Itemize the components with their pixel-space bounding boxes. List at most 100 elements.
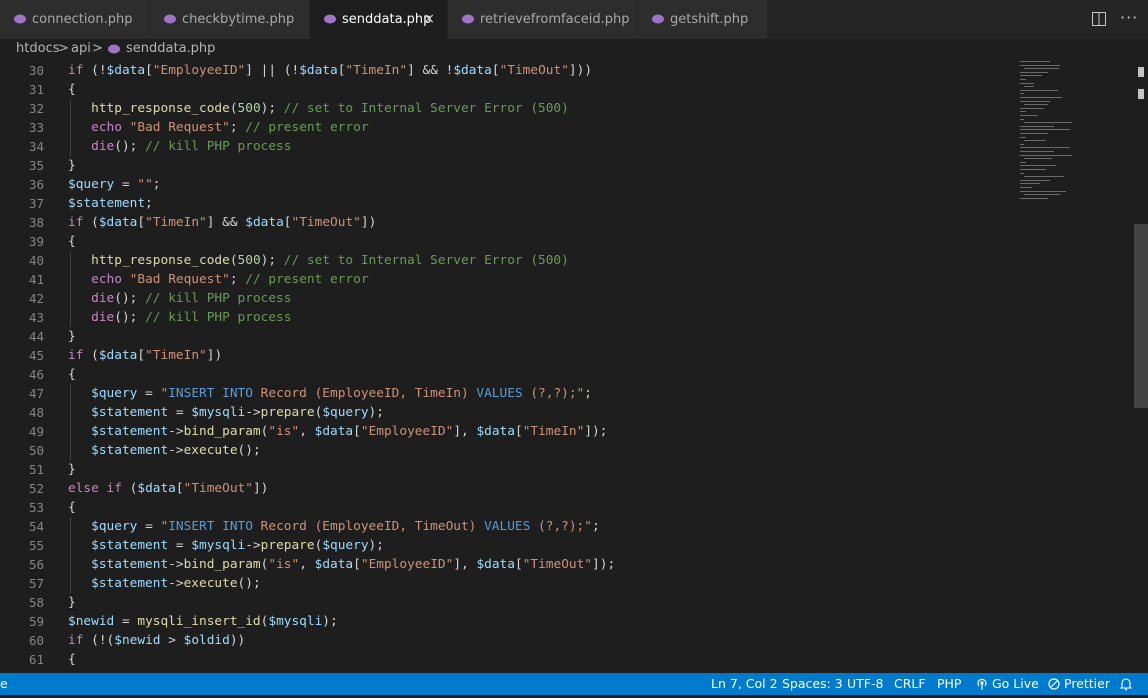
tab-label: senddata.php xyxy=(342,12,432,27)
code-line: if ($data["TimeIn"] && $data["TimeOut"]) xyxy=(68,215,377,230)
minimap[interactable] xyxy=(1020,61,1120,221)
line-number: 30 xyxy=(28,63,44,78)
minimap-line xyxy=(1020,79,1026,80)
line-number: 55 xyxy=(28,538,44,553)
line-number: 38 xyxy=(28,215,44,230)
tab-retrievefromfaceid[interactable]: retrievefromfaceid.php xyxy=(448,0,638,39)
minimap-line xyxy=(1024,104,1048,106)
status-cursor-position[interactable]: Ln 7, Col 2 xyxy=(711,673,778,695)
line-number: 51 xyxy=(28,462,44,477)
code-line: $newid = mysqli_insert_id($mysqli); xyxy=(68,614,338,629)
minimap-line xyxy=(1020,64,1060,66)
line-number: 39 xyxy=(28,234,44,249)
tab-label: getshift.php xyxy=(670,12,749,27)
code-line: die(); // kill PHP process xyxy=(91,291,292,306)
php-elephant-icon xyxy=(14,14,26,24)
line-number: 42 xyxy=(28,291,44,306)
minimap-line xyxy=(1020,89,1058,91)
minimap-line xyxy=(1020,118,1024,120)
code-line: if (!($newid > $oldid)) xyxy=(68,633,246,648)
code-line: else if ($data["TimeOut"]) xyxy=(68,481,269,496)
line-number: 60 xyxy=(28,633,44,648)
line-number: 61 xyxy=(28,652,44,667)
minimap-line xyxy=(1020,71,1048,73)
tab-label: retrievefromfaceid.php xyxy=(480,12,630,27)
breadcrumb-file[interactable]: senddata.php xyxy=(126,39,215,59)
minimap-line xyxy=(1020,197,1048,199)
line-number: 46 xyxy=(28,367,44,382)
scrollbar-thumb[interactable] xyxy=(1134,224,1148,408)
minimap-line xyxy=(1020,100,1050,102)
tab-label: checkbytime.php xyxy=(182,12,295,27)
line-number: 32 xyxy=(28,101,44,116)
line-number: 40 xyxy=(28,253,44,268)
minimap-line xyxy=(1020,75,1042,77)
code-line: $statement->execute(); xyxy=(91,443,261,458)
code-line: $query = "INSERT INTO Record (EmployeeID… xyxy=(91,386,592,401)
status-language[interactable]: PHP xyxy=(937,673,961,695)
status-encoding[interactable]: UTF-8 xyxy=(847,673,883,695)
line-number: 49 xyxy=(28,424,44,439)
minimap-line xyxy=(1020,169,1046,170)
minimap-line xyxy=(1020,190,1066,192)
code-line: } xyxy=(68,462,76,477)
breadcrumb-folder-api[interactable]: api xyxy=(71,39,91,59)
minimap-line xyxy=(1020,61,1050,62)
line-number: 54 xyxy=(28,519,44,534)
minimap-line xyxy=(1020,147,1070,149)
code-line: if (!$data["EmployeeID"] || (!$data["Tim… xyxy=(68,63,593,78)
code-line: $statement->bind_param("is", $data["Empl… xyxy=(91,424,608,439)
minimap-line xyxy=(1020,179,1050,181)
minimap-line xyxy=(1024,158,1052,160)
line-number: 48 xyxy=(28,405,44,420)
code-line: http_response_code(500); // set to Inter… xyxy=(91,101,569,116)
split-editor-icon[interactable] xyxy=(1092,12,1106,26)
bell-icon[interactable] xyxy=(1120,677,1132,691)
code-editor[interactable]: 30 31 32 33 34 35 36 37 38 39 40 41 42 43 44 45 46 47 48 49… xyxy=(0,61,1148,673)
minimap-line xyxy=(1020,125,1054,127)
line-number: 41 xyxy=(28,272,44,287)
php-elephant-icon xyxy=(108,44,120,54)
php-elephant-icon xyxy=(324,14,336,24)
code-line: if ($data["TimeIn"]) xyxy=(68,348,223,363)
minimap-line xyxy=(1020,111,1026,113)
minimap-line xyxy=(1020,136,1026,138)
breadcrumb-separator: > xyxy=(58,41,69,56)
minimap-line xyxy=(1020,93,1024,95)
tab-senddata[interactable]: senddata.php × xyxy=(310,0,448,39)
minimap-line xyxy=(1024,140,1046,142)
status-left-text[interactable]: e xyxy=(0,673,8,695)
minimap-line xyxy=(1020,115,1038,116)
minimap-line xyxy=(1020,82,1034,84)
minimap-line xyxy=(1020,129,1070,131)
code-line: { xyxy=(68,652,76,667)
line-number: 56 xyxy=(28,557,44,572)
php-elephant-icon xyxy=(462,14,474,24)
code-line: $query = ""; xyxy=(68,177,161,192)
minimap-line xyxy=(1020,154,1072,156)
tab-checkbytime[interactable]: checkbytime.php xyxy=(150,0,310,39)
minimap-line xyxy=(1024,176,1064,178)
line-number: 33 xyxy=(28,120,44,135)
code-line: die(); // kill PHP process xyxy=(91,310,292,325)
minimap-line xyxy=(1020,133,1048,134)
more-actions-icon[interactable]: ··· xyxy=(1120,8,1138,27)
minimap-line xyxy=(1020,187,1032,188)
tab-connection[interactable]: connection.php xyxy=(0,0,150,39)
status-eol[interactable]: CRLF xyxy=(894,673,926,695)
minimap-line xyxy=(1024,122,1072,124)
code-line: { xyxy=(68,234,76,249)
tab-bar: connection.php checkbytime.php senddata.… xyxy=(0,0,1148,39)
code-line: { xyxy=(68,500,76,515)
breadcrumb-folder-htdocs[interactable]: htdocs xyxy=(16,39,59,59)
go-live-button[interactable]: Go Live xyxy=(992,673,1039,695)
scrollbar-marker xyxy=(1138,67,1144,77)
line-number: 59 xyxy=(28,614,44,629)
tab-getshift[interactable]: getshift.php xyxy=(638,0,768,39)
code-line: echo "Bad Request"; // present error xyxy=(91,120,369,135)
line-number: 34 xyxy=(28,139,44,154)
prettier-button[interactable]: Prettier xyxy=(1064,673,1110,695)
line-number: 58 xyxy=(28,595,44,610)
status-indentation[interactable]: Spaces: 3 xyxy=(782,673,843,695)
close-icon[interactable]: × xyxy=(423,0,435,39)
